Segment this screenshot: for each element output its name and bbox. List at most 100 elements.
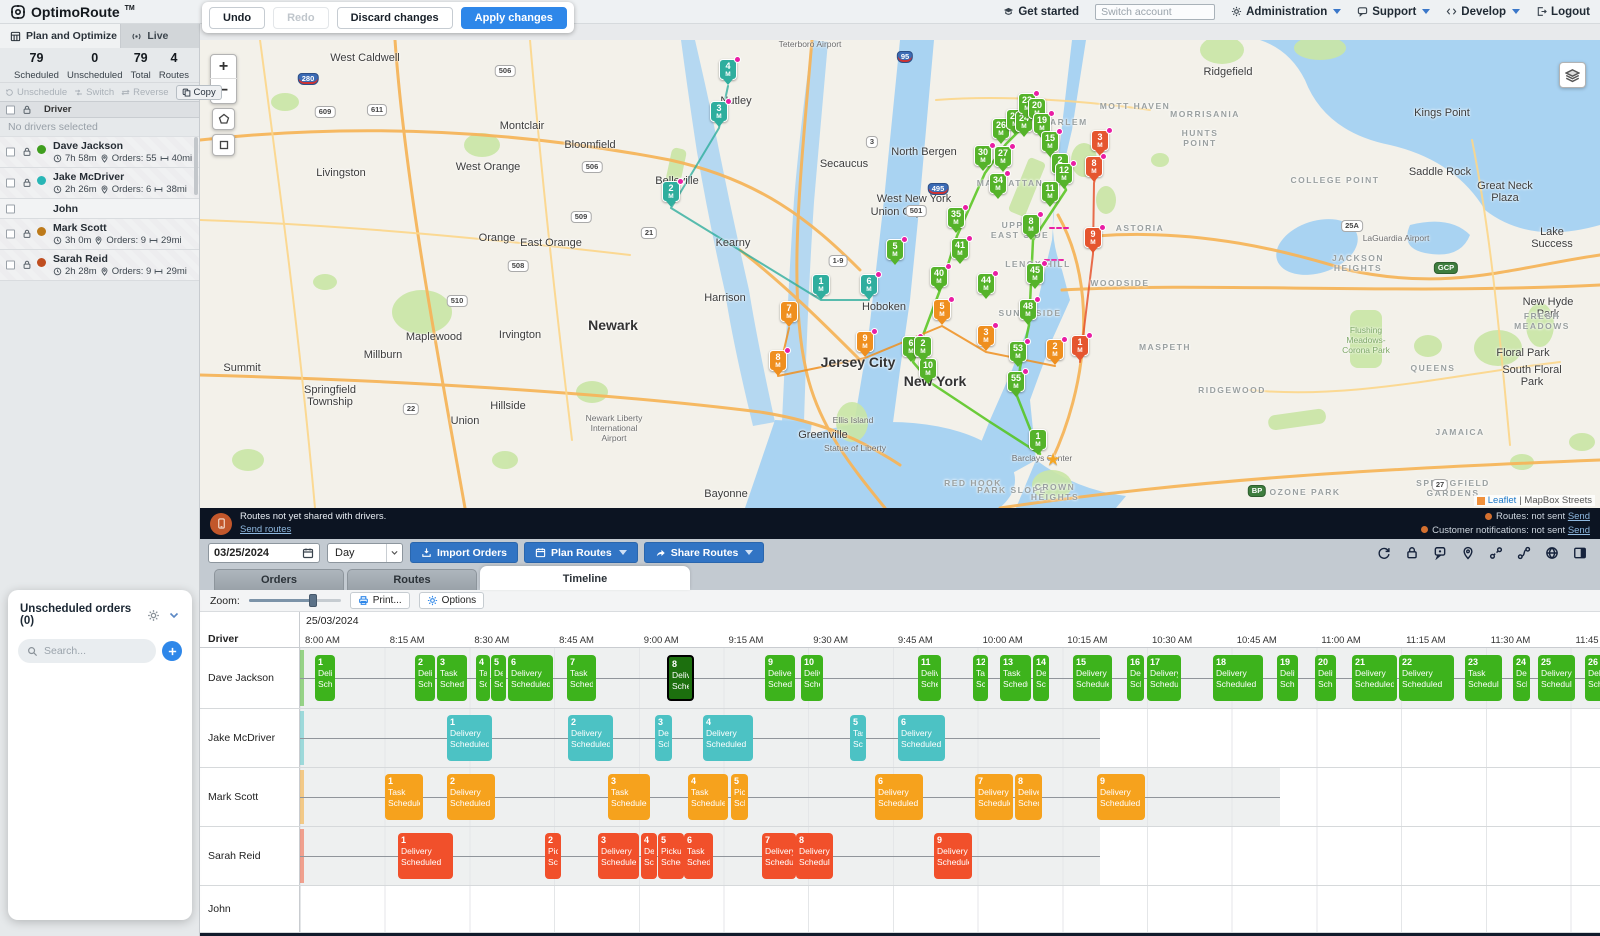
driver-list-scrollbar[interactable]: [194, 137, 198, 195]
order-block-dave-jackson-16[interactable]: 16DeliveryScheduled: [1127, 655, 1144, 701]
driver-row-jake-mcdriver[interactable]: Jake McDriver2h 26mOrders: 638mi: [0, 168, 199, 199]
map-pin-8[interactable]: 8M: [1022, 214, 1040, 235]
order-block-mark-scott-4[interactable]: 4TaskScheduled: [688, 774, 728, 820]
order-block-dave-jackson-20[interactable]: 20DeliveryScheduled: [1315, 655, 1336, 701]
order-block-sarah-reid-3[interactable]: 3DeliveryScheduled: [598, 833, 639, 879]
order-block-mark-scott-5[interactable]: 5PickupScheduled: [731, 774, 748, 820]
driver-checkbox[interactable]: [6, 261, 15, 270]
map-pin-button[interactable]: [1455, 542, 1480, 564]
map-pin-5[interactable]: 5M: [886, 239, 904, 260]
order-block-mark-scott-9[interactable]: 9DeliveryScheduled: [1097, 774, 1145, 820]
tab-routes[interactable]: Routes: [347, 569, 477, 590]
globe-button[interactable]: [1539, 542, 1564, 564]
draw-rectangle-button[interactable]: [212, 134, 235, 156]
map-pin-48[interactable]: 48M: [1019, 299, 1037, 320]
order-block-sarah-reid-8[interactable]: 8DeliveryScheduled: [796, 833, 833, 879]
leaflet-link[interactable]: Leaflet: [1488, 495, 1517, 506]
map-pin-1[interactable]: 1M: [812, 274, 830, 295]
order-block-mark-scott-8[interactable]: 8DeliveryScheduled: [1015, 774, 1042, 820]
lock-icon[interactable]: [22, 178, 32, 188]
reverse-button[interactable]: Reverse: [121, 87, 168, 98]
add-order-button[interactable]: [162, 641, 182, 661]
options-button[interactable]: Options: [419, 592, 484, 609]
order-block-dave-jackson-7[interactable]: 7TaskScheduled: [567, 655, 596, 701]
copy-button[interactable]: Copy: [176, 85, 222, 100]
chevron-down-icon[interactable]: [168, 609, 180, 621]
map-pin-3[interactable]: 3M: [977, 325, 995, 346]
lock-icon[interactable]: [22, 147, 32, 157]
order-block-mark-scott-1[interactable]: 1TaskScheduled: [385, 774, 423, 820]
menu-support[interactable]: Support: [1357, 6, 1430, 18]
search-input[interactable]: [44, 645, 134, 657]
order-block-dave-jackson-21[interactable]: 21DeliveryScheduled: [1352, 655, 1397, 701]
order-block-dave-jackson-3[interactable]: 3TaskScheduled: [437, 655, 467, 701]
order-block-jake-mcdriver-5[interactable]: 5TaskScheduled: [850, 715, 866, 761]
order-block-dave-jackson-6[interactable]: 6DeliveryScheduled: [508, 655, 553, 701]
route-button[interactable]: [1511, 542, 1536, 564]
map-pin-30[interactable]: 30M: [974, 145, 992, 166]
menu-administration[interactable]: Administration: [1231, 6, 1341, 18]
order-block-dave-jackson-18[interactable]: 18DeliveryScheduled: [1213, 655, 1263, 701]
sidebar-tab-live[interactable]: Live: [121, 24, 199, 48]
tab-orders[interactable]: Orders: [214, 569, 344, 590]
order-block-dave-jackson-25[interactable]: 25DeliveryScheduled: [1538, 655, 1575, 701]
map-pin-15[interactable]: 15M: [1041, 131, 1059, 152]
order-block-mark-scott-6[interactable]: 6DeliveryScheduled: [875, 774, 923, 820]
map-pin-2[interactable]: 2M: [1046, 339, 1064, 360]
map-pin-8[interactable]: 8M: [1085, 156, 1103, 177]
order-block-dave-jackson-22[interactable]: 22DeliveryScheduled: [1399, 655, 1454, 701]
lock-button[interactable]: [1399, 542, 1424, 564]
order-block-sarah-reid-2[interactable]: 2PickupScheduled: [545, 833, 561, 879]
waypoints-button[interactable]: [1483, 542, 1508, 564]
map-pin-6[interactable]: 6M: [860, 274, 878, 295]
map-pin-35[interactable]: 35M: [947, 207, 965, 228]
driver-row-sarah-reid[interactable]: Sarah Reid2h 28mOrders: 929mi: [0, 250, 199, 281]
order-block-dave-jackson-23[interactable]: 23TaskScheduled: [1465, 655, 1502, 701]
map-pin-34[interactable]: 34M: [989, 173, 1007, 194]
order-block-dave-jackson-24[interactable]: 24DeliveryScheduled: [1513, 655, 1530, 701]
depot-star-marker[interactable]: ★: [1045, 450, 1060, 470]
order-block-dave-jackson-19[interactable]: 19DeliveryScheduled: [1277, 655, 1298, 701]
zoom-slider-handle[interactable]: [309, 594, 317, 607]
order-block-jake-mcdriver-4[interactable]: 4DeliveryScheduled: [703, 715, 753, 761]
order-block-dave-jackson-5[interactable]: 5DeliveryScheduled: [491, 655, 506, 701]
map-pin-8[interactable]: 8M: [769, 350, 787, 371]
driver-row-john[interactable]: John: [0, 199, 199, 219]
driver-checkbox[interactable]: [6, 179, 15, 188]
order-block-mark-scott-3[interactable]: 3TaskScheduled: [608, 774, 650, 820]
map-pin-2[interactable]: 2M: [914, 336, 932, 357]
map-pin-1[interactable]: 1M: [1029, 429, 1047, 450]
order-block-sarah-reid-9[interactable]: 9DeliveryScheduled: [934, 833, 972, 879]
undo-button[interactable]: Undo: [209, 7, 265, 29]
order-block-jake-mcdriver-6[interactable]: 6DeliveryScheduled: [898, 715, 945, 761]
import-orders-button[interactable]: Import Orders: [410, 542, 518, 563]
map-pin-7[interactable]: 7M: [780, 301, 798, 322]
date-picker[interactable]: 03/25/2024: [208, 543, 320, 563]
unschedule-button[interactable]: Unschedule: [5, 87, 67, 98]
order-block-mark-scott-2[interactable]: 2DeliveryScheduled: [447, 774, 495, 820]
map-pin-27[interactable]: 27M: [994, 146, 1012, 167]
map-pin-53[interactable]: 53M: [1009, 341, 1027, 362]
sidebar-tab-plan-and-optimize[interactable]: Plan and Optimize: [0, 24, 121, 48]
order-block-dave-jackson-12[interactable]: 12TaskScheduled: [973, 655, 988, 701]
driver-checkbox[interactable]: [6, 204, 15, 213]
switch-account-input[interactable]: [1095, 4, 1215, 20]
period-select[interactable]: Day: [327, 543, 403, 563]
map-pin-1[interactable]: 1M: [1071, 335, 1089, 356]
map-pin-3[interactable]: 3M: [1091, 130, 1109, 151]
search-box[interactable]: [18, 639, 156, 663]
map-pin-12[interactable]: 12M: [1055, 163, 1073, 184]
order-block-dave-jackson-15[interactable]: 15DeliveryScheduled: [1073, 655, 1112, 701]
tab-timeline[interactable]: Timeline: [480, 566, 690, 590]
order-block-dave-jackson-10[interactable]: 10DeliveryScheduled: [801, 655, 823, 701]
order-block-sarah-reid-4[interactable]: 4DeliveryScheduled: [641, 833, 657, 879]
order-block-dave-jackson-14[interactable]: 14DeliveryScheduled: [1033, 655, 1049, 701]
discard-changes-button[interactable]: Discard changes: [337, 7, 453, 29]
send-routes-link[interactable]: Send routes: [240, 524, 291, 535]
select-all-checkbox[interactable]: [6, 105, 15, 114]
send-link[interactable]: Send: [1568, 511, 1590, 522]
order-block-dave-jackson-4[interactable]: 4TaskScheduled: [476, 655, 490, 701]
map[interactable]: Teterboro AirportWest CaldwellRidgefield…: [200, 40, 1600, 508]
order-block-dave-jackson-8[interactable]: 8DeliveryScheduled: [667, 655, 694, 701]
map-pin-44[interactable]: 44M: [977, 273, 995, 294]
